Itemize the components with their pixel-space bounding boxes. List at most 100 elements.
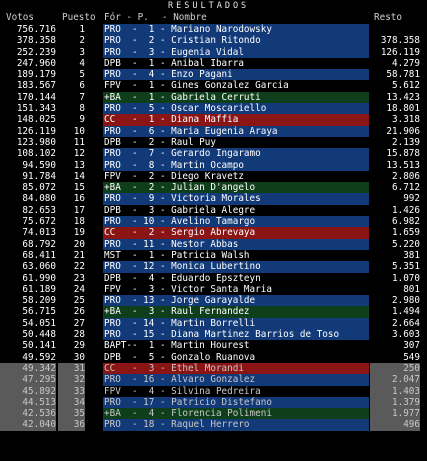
table-row[interactable]: 126.119 10 PRO - 6 - Maria Eugenia Araya 21…	[0, 125, 427, 137]
cell-votos: 189.179	[16, 69, 56, 81]
table-row[interactable]: 123.980 11 DPB - 2 - Raul Puy 2.139	[0, 136, 427, 149]
cell-resto: 126.119	[370, 46, 420, 58]
cell-resto: 21.906	[370, 125, 420, 137]
table-row[interactable]: 42.536 35 +BA - 4 - Florencia Polimeni 1.97…	[0, 408, 427, 420]
table-row[interactable]: 42.040 36 PRO - 18 - Raquel Herrero 496	[0, 419, 427, 431]
cell-puesto: 31	[58, 362, 85, 375]
table-row[interactable]: 82.653 17 DPB - 3 - Gabriela Alegre 1.426	[0, 204, 427, 217]
cell-votos: 91.784	[22, 170, 56, 182]
cell-puesto: 3	[79, 46, 85, 58]
cell-votos: 85.072	[22, 182, 56, 194]
cell-candidate: DPB - 2 - Raul Puy	[103, 136, 369, 149]
cell-candidate: PRO - 1 - Mariano Narodowsky	[103, 24, 369, 36]
cell-resto: 1.379	[370, 396, 420, 409]
table-row[interactable]: 91.784 14 FPV - 2 - Diego Kravetz 2.806	[0, 170, 427, 183]
cell-candidate: PRO - 10 - Avelino Tamargo	[103, 216, 369, 228]
table-row[interactable]: 756.716 1 PRO - 1 - Mariano Narodowsky	[0, 24, 427, 36]
cell-votos: 61.990	[22, 272, 56, 284]
cell-puesto: 30	[73, 351, 85, 363]
results-screen: RESULTADOS Votos Puesto Fór - P. - Nombr…	[0, 0, 427, 461]
table-row[interactable]: 170.144 7 +BA - 1 - Gabriela Cerruti 13.423	[0, 91, 427, 104]
cell-resto: 2.806	[370, 170, 420, 183]
cell-candidate: FPV - 3 - Victor Santa Maria	[103, 283, 369, 296]
cell-votos: 94.590	[22, 159, 56, 171]
cell-puesto: 23	[73, 272, 85, 284]
table-row[interactable]: 183.567 6 FPV - 1 - Gines Gonzalez Garcia 5…	[0, 80, 427, 92]
table-row[interactable]: 49.342 31 CC - 3 - Ethel Morandi 250	[0, 362, 427, 375]
table-row[interactable]: 49.592 30 DPB - 5 - Gonzalo Ruanova 549	[0, 351, 427, 363]
cell-puesto: 11	[73, 136, 85, 148]
cell-votos: 61.189	[22, 283, 56, 295]
cell-resto: 13.423	[370, 91, 420, 104]
table-row[interactable]: 108.102 12 PRO - 7 - Gerardo Ingaramo 15.87…	[0, 148, 427, 160]
cell-votos: 756.716	[16, 24, 56, 35]
table-row[interactable]: 74.013 19 CC - 2 - Sergio Abrevaya 1.659	[0, 227, 427, 239]
cell-votos: 49.342	[0, 362, 56, 375]
cell-votos: 247.960	[16, 57, 56, 69]
cell-votos: 47.295	[0, 374, 56, 386]
cell-votos: 170.144	[16, 91, 56, 103]
table-row[interactable]: 54.051 27 PRO - 14 - Martin Borrelli 2.664	[0, 317, 427, 330]
table-row[interactable]: 84.080 16 PRO - 9 - Victoria Morales 992	[0, 193, 427, 205]
table-row[interactable]: 189.179 5 PRO - 4 - Enzo Pagani 58.781	[0, 69, 427, 81]
cell-puesto: 10	[73, 125, 85, 137]
cell-candidate: PRO - 13 - Jorge Garayalde	[103, 295, 369, 307]
table-row[interactable]: 247.960 4 DPB - 1 - Anibal Ibarra 4.279	[0, 57, 427, 70]
table-row[interactable]: 85.072 15 +BA - 2 - Julian D'angelo 6.712	[0, 182, 427, 194]
cell-resto: 381	[370, 249, 420, 262]
table-row[interactable]: 94.590 13 PRO - 8 - Martin Ocampo 13.513	[0, 159, 427, 171]
table-row[interactable]: 61.990 23 DPB - 4 - Eduardo Epszteyn 1.070	[0, 272, 427, 284]
table-row[interactable]: 68.792 20 PRO - 11 - Nestor Abbas 5.220	[0, 238, 427, 250]
table-row[interactable]: 50.448 28 PRO - 15 - Diana Martinez Barrio…	[0, 329, 427, 341]
cell-candidate: +BA - 2 - Julian D'angelo	[103, 182, 369, 194]
cell-resto: 6.982	[370, 216, 420, 228]
table-row[interactable]: 151.343 8 PRO - 5 - Oscar Moscariello 18.80…	[0, 103, 427, 115]
table-row[interactable]: 61.189 24 FPV - 3 - Victor Santa Maria 801	[0, 283, 427, 296]
cell-resto: 378.358	[370, 35, 420, 47]
table-row[interactable]: 378.358 2 PRO - 2 - Cristian Ritondo 378.35…	[0, 35, 427, 47]
cell-puesto: 18	[73, 216, 85, 228]
cell-candidate: FPV - 4 - Silvina Pedreira	[103, 385, 369, 397]
table-row[interactable]: 58.209 25 PRO - 13 - Jorge Garayalde 2.980	[0, 295, 427, 307]
cell-puesto: 32	[58, 374, 85, 386]
cell-resto: 1.403	[370, 385, 420, 397]
cell-resto: 1.659	[370, 227, 420, 239]
cell-votos: 82.653	[22, 204, 56, 216]
cell-votos: 54.051	[22, 317, 56, 329]
table-row[interactable]: 56.715 26 +BA - 3 - Raul Fernandez 1.494	[0, 306, 427, 318]
table-row[interactable]: 68.411 21 MST - 1 - Patricia Walsh 381	[0, 249, 427, 262]
cell-resto: 2.047	[370, 374, 420, 386]
cell-votos: 126.119	[16, 125, 56, 137]
results-table: 756.716 1 PRO - 1 - Mariano Narodowsky 378.…	[0, 24, 427, 431]
table-row[interactable]: 75.672 18 PRO - 10 - Avelino Tamargo 6.982	[0, 216, 427, 228]
cell-resto: 58.781	[370, 69, 420, 81]
table-row[interactable]: 47.295 32 PRO - 16 - Alvaro Gonzalez 2.047	[0, 374, 427, 386]
cell-candidate: PRO - 14 - Martin Borrelli	[103, 317, 369, 330]
cell-puesto: 17	[73, 204, 85, 216]
cell-puesto: 16	[73, 193, 85, 205]
cell-candidate: PRO - 17 - Patricio Distefano	[103, 396, 369, 409]
cell-votos: 378.358	[16, 35, 56, 47]
cell-resto: 6.712	[370, 182, 420, 194]
title-bar: RESULTADOS	[0, 1, 427, 11]
header-puesto: Puesto	[62, 12, 96, 23]
table-row[interactable]: 63.060 22 PRO - 12 - Monica Lubertino 5.351	[0, 261, 427, 273]
table-row[interactable]: 45.892 33 FPV - 4 - Silvina Pedreira 1.403	[0, 385, 427, 397]
table-row[interactable]: 50.141 29 BAPT-- 1 - Martin Hourest 307	[0, 340, 427, 352]
table-row[interactable]: 44.513 34 PRO - 17 - Patricio Distefano 1.3…	[0, 396, 427, 409]
cell-resto: 4.279	[370, 57, 420, 70]
cell-votos: 123.980	[16, 136, 56, 148]
cell-candidate: PRO - 5 - Oscar Moscariello	[103, 103, 369, 115]
cell-candidate: CC - 2 - Sergio Abrevaya	[103, 227, 369, 239]
cell-candidate: PRO - 15 - Diana Martinez Barrios de Tos…	[103, 329, 369, 341]
table-row[interactable]: 148.025 9 CC - 1 - Diana Maffia 3.318	[0, 114, 427, 126]
table-row[interactable]: 252.239 3 PRO - 3 - Eugenia Vidal 126.119	[0, 46, 427, 58]
cell-puesto: 24	[73, 283, 85, 295]
cell-puesto: 8	[79, 103, 85, 115]
cell-puesto: 34	[58, 396, 85, 409]
cell-resto: 3.603	[370, 329, 420, 341]
cell-votos: 148.025	[16, 114, 56, 126]
cell-resto: 496	[370, 419, 420, 431]
cell-puesto: 5	[79, 69, 85, 81]
cell-votos: 63.060	[22, 261, 56, 273]
